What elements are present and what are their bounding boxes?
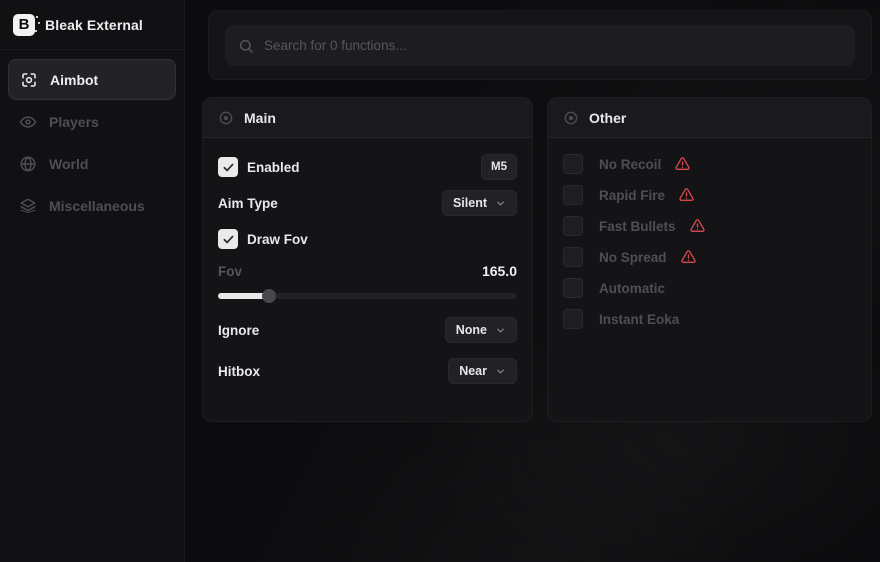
sidebar-nav: Aimbot Players World [0,50,184,235]
no-spread-label: No Spread [599,250,667,265]
chevron-down-icon [495,198,506,209]
draw-fov-checkbox[interactable] [218,229,238,249]
rapid-fire-label: Rapid Fire [599,188,665,203]
row-ignore: Ignore None [218,317,517,343]
automatic-label: Automatic [599,281,665,296]
fast-bullets-label: Fast Bullets [599,219,676,234]
focus-icon [20,71,38,89]
automatic-checkbox[interactable] [563,278,583,298]
draw-fov-label: Draw Fov [247,232,308,247]
instant-eoka-label: Instant Eoka [599,312,679,327]
row-fast-bullets: Fast Bullets [563,216,856,236]
search-box[interactable] [225,25,855,66]
sidebar-item-world[interactable]: World [8,143,176,184]
ignore-select[interactable]: None [445,317,517,343]
row-no-recoil: No Recoil [563,154,856,174]
row-enabled: Enabled M5 [218,154,517,180]
content: Main Enabled M5 Aim Type Silent [185,0,880,562]
enabled-label: Enabled [247,160,300,175]
sidebar-item-label: Players [49,114,99,130]
row-automatic: Automatic [563,278,856,298]
sidebar-item-aimbot[interactable]: Aimbot [8,59,176,100]
hitbox-value: Near [459,364,487,378]
search-input[interactable] [264,38,842,53]
chevron-down-icon [495,366,506,377]
panel-title: Main [244,110,276,126]
globe-icon [19,155,37,173]
sidebar-item-label: Aimbot [50,72,98,88]
no-recoil-label: No Recoil [599,157,661,172]
instant-eoka-checkbox[interactable] [563,309,583,329]
panel-title: Other [589,110,626,126]
brand-logo-icon: B [13,14,35,36]
sidebar-item-miscellaneous[interactable]: Miscellaneous [8,185,176,226]
hitbox-label: Hitbox [218,364,260,379]
search-container [208,10,872,80]
sidebar-item-label: Miscellaneous [49,198,145,214]
eye-icon [19,113,37,131]
row-no-spread: No Spread [563,247,856,267]
aim-type-value: Silent [453,196,487,210]
fov-slider-thumb[interactable] [262,289,276,303]
row-hitbox: Hitbox Near [218,358,517,384]
row-draw-fov: Draw Fov [218,229,517,249]
aim-type-label: Aim Type [218,196,278,211]
ignore-value: None [456,323,487,337]
fov-label: Fov [218,264,242,279]
panel-other-header: Other [548,98,871,138]
warning-icon [674,156,691,172]
fast-bullets-checkbox[interactable] [563,216,583,236]
target-icon [218,110,234,126]
warning-icon [678,187,695,203]
panel-other-body: No Recoil Rapid Fire [548,154,871,329]
enabled-checkbox[interactable] [218,157,238,177]
panel-other: Other No Recoil Rapid Fire [547,97,872,422]
no-recoil-checkbox[interactable] [563,154,583,174]
sidebar: B Bleak External Aimbot Players [0,0,185,562]
row-instant-eoka: Instant Eoka [563,309,856,329]
layers-icon [19,197,37,215]
panel-main: Main Enabled M5 Aim Type Silent [202,97,533,422]
sidebar-item-label: World [49,156,88,172]
brand: B Bleak External [0,0,184,50]
gear-icon [563,110,579,126]
fov-slider[interactable] [218,289,517,303]
row-aim-type: Aim Type Silent [218,190,517,216]
hitbox-select[interactable]: Near [448,358,517,384]
aim-type-select[interactable]: Silent [442,190,517,216]
panel-main-header: Main [203,98,532,138]
warning-icon [689,218,706,234]
row-fov: Fov 165.0 [218,263,517,279]
sidebar-item-players[interactable]: Players [8,101,176,142]
chevron-down-icon [495,325,506,336]
row-rapid-fire: Rapid Fire [563,185,856,205]
ignore-label: Ignore [218,323,259,338]
enabled-keybind-button[interactable]: M5 [481,154,517,180]
fov-value: 165.0 [482,263,517,279]
brand-title: Bleak External [45,17,143,33]
warning-icon [680,249,697,265]
no-spread-checkbox[interactable] [563,247,583,267]
search-icon [238,38,254,54]
panel-main-body: Enabled M5 Aim Type Silent Draw Fov F [203,154,532,384]
rapid-fire-checkbox[interactable] [563,185,583,205]
